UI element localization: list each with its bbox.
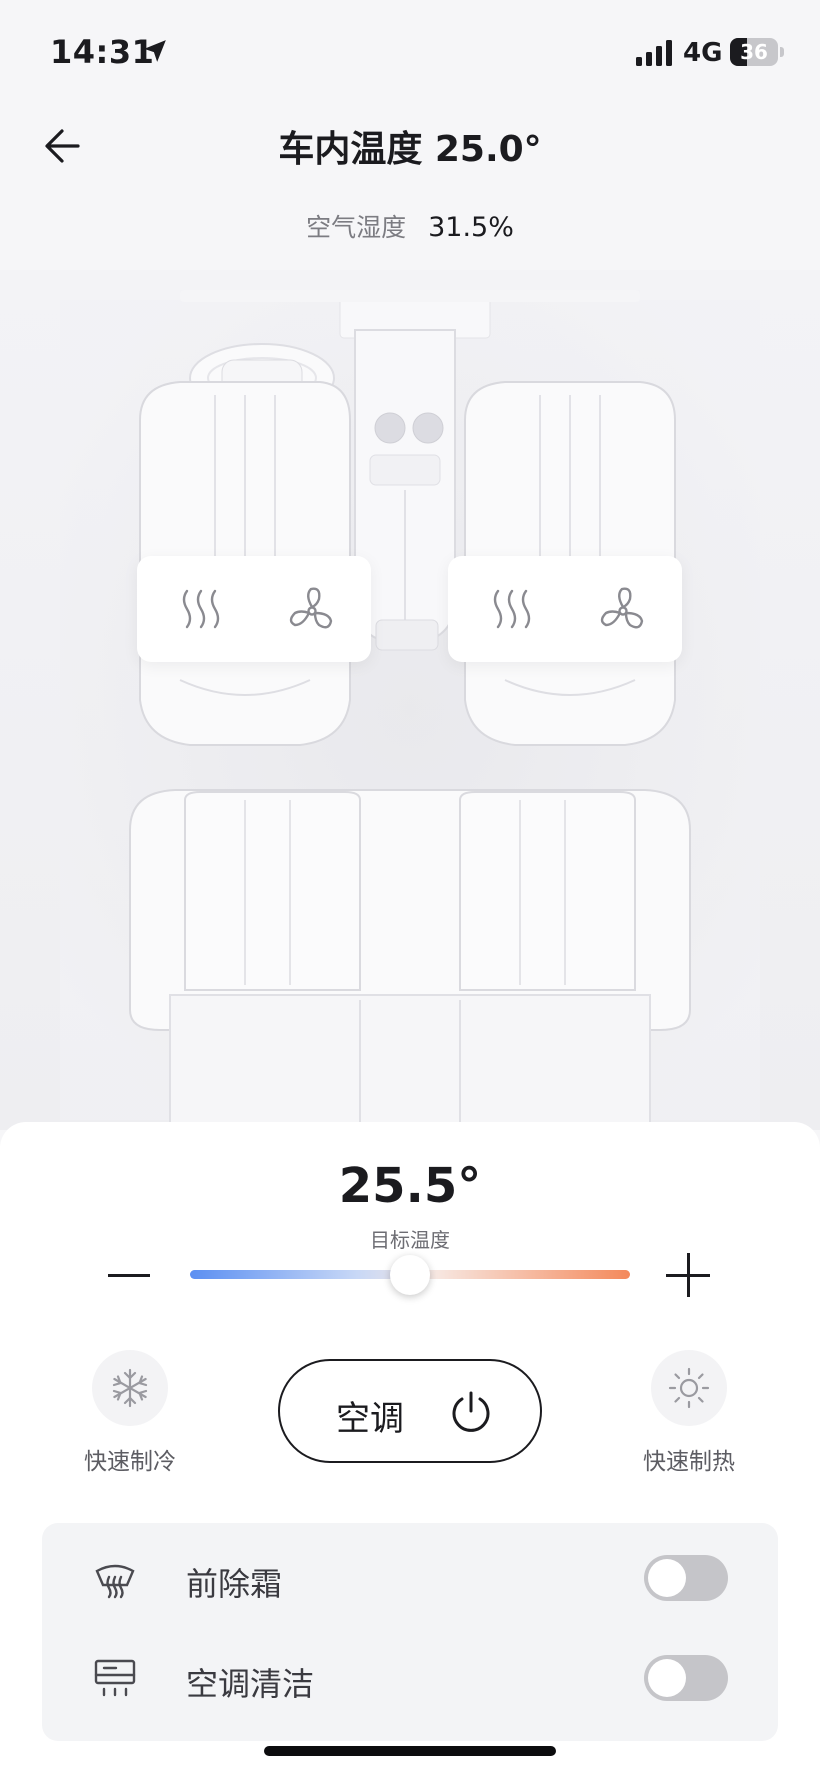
front-defrost-icon	[95, 1564, 135, 1599]
seat-heat-icon[interactable]	[175, 583, 227, 635]
temperature-slider-thumb[interactable]	[390, 1255, 430, 1295]
front-defrost-row: 前除霜	[42, 1527, 778, 1627]
snowflake-icon	[112, 1368, 148, 1408]
power-icon	[452, 1391, 490, 1432]
quick-heat-label: 快速制热	[643, 1449, 735, 1475]
decrease-temp-button[interactable]	[108, 1270, 152, 1286]
driver-seat-controls	[137, 556, 371, 662]
quick-cool-button[interactable]	[92, 1350, 168, 1426]
humidity-value: 31.5%	[428, 212, 514, 243]
battery-percent: 36	[740, 40, 768, 64]
target-temperature-label: 目标温度	[370, 1228, 450, 1252]
climate-options-card: 前除霜 空调清洁	[42, 1523, 778, 1741]
ac-clean-icon	[94, 1659, 136, 1697]
ac-clean-row: 空调清洁	[42, 1627, 778, 1727]
passenger-seat-controls	[448, 556, 682, 662]
increase-temp-button[interactable]	[666, 1253, 712, 1299]
battery-cap	[780, 47, 784, 57]
seat-vent-fan-icon[interactable]	[596, 583, 650, 635]
humidity-label: 空气湿度	[306, 213, 407, 242]
minus-icon	[108, 1274, 150, 1277]
toggle-knob	[648, 1659, 686, 1697]
status-bar: 14:31 4G 36	[0, 0, 820, 100]
front-defrost-label: 前除霜	[186, 1565, 283, 1603]
cellular-signal-icon	[636, 40, 672, 66]
car-interior-illustration	[0, 270, 820, 1130]
location-arrow-icon	[144, 40, 166, 62]
ac-power-button[interactable]: 空调	[278, 1359, 542, 1463]
status-time: 14:31	[50, 33, 155, 71]
home-indicator[interactable]	[264, 1746, 556, 1756]
battery-icon: 36	[730, 38, 778, 66]
sun-icon	[668, 1367, 710, 1409]
network-type: 4G	[683, 38, 723, 68]
toggle-knob	[648, 1559, 686, 1597]
humidity-readout: 空气湿度 31.5%	[0, 208, 820, 244]
quick-heat-button[interactable]	[651, 1350, 727, 1426]
target-temperature-value: 25.5°	[338, 1158, 482, 1214]
ac-clean-label: 空调清洁	[186, 1665, 315, 1703]
seat-vent-fan-icon[interactable]	[285, 583, 339, 635]
quick-cool-label: 快速制冷	[84, 1449, 176, 1475]
front-defrost-toggle[interactable]	[644, 1555, 728, 1601]
page-title: 车内温度 25.0°	[278, 129, 542, 170]
ac-label: 空调	[336, 1399, 404, 1439]
seat-heat-icon[interactable]	[486, 583, 538, 635]
ac-clean-toggle[interactable]	[644, 1655, 728, 1701]
